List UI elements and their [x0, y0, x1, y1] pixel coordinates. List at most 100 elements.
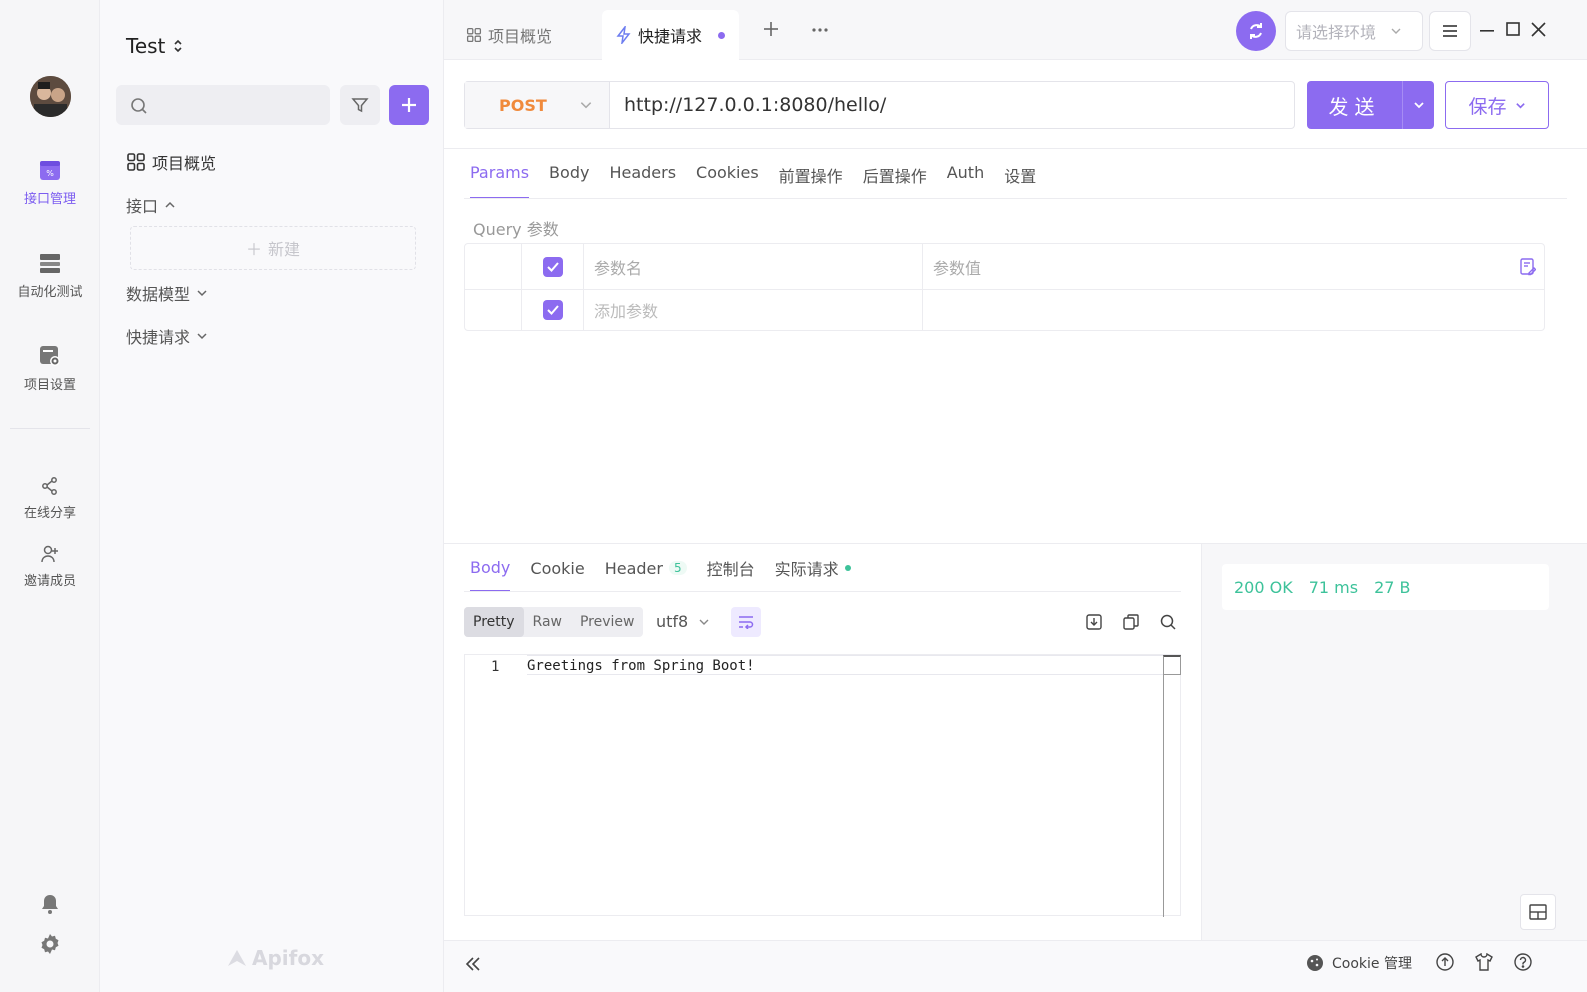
tab-auth[interactable]: Auth: [947, 163, 985, 199]
tree-item-label: 项目概览: [152, 154, 217, 173]
tab-response-cookie[interactable]: Cookie: [530, 556, 584, 592]
tab-label: 项目概览: [488, 27, 553, 46]
header-count-badge: 5: [668, 561, 687, 575]
chevron-down-icon: [580, 102, 592, 109]
rail-item-api-management[interactable]: % 接口管理: [0, 158, 100, 207]
vertical-scrollbar[interactable]: [1163, 655, 1164, 917]
tab-actual-request[interactable]: 实际请求: [775, 556, 851, 592]
notification-bell-icon[interactable]: [38, 892, 62, 916]
send-dropdown[interactable]: [1403, 81, 1434, 129]
more-dots-icon[interactable]: [811, 27, 829, 33]
copy-icon[interactable]: [1123, 614, 1139, 630]
new-api-button[interactable]: ＋ 新建: [130, 226, 416, 270]
menu-button[interactable]: [1429, 11, 1471, 51]
maximize-icon[interactable]: [1506, 22, 1520, 36]
download-icon[interactable]: [1086, 614, 1102, 630]
param-value-input[interactable]: [923, 290, 1544, 330]
tab-label: Header: [604, 558, 663, 578]
response-panel: Body Cookie Header 5 控制台 实际请求 Pretty Raw …: [444, 544, 1201, 940]
table-header-row: 参数名 参数值: [465, 244, 1544, 290]
response-body-editor[interactable]: 1 Greetings from Spring Boot!: [464, 654, 1181, 917]
response-tabs: Body Cookie Header 5 控制台 实际请求: [470, 556, 871, 592]
hamburger-icon: [1443, 25, 1457, 37]
query-params-table: 参数名 参数值 添加参数: [464, 243, 1545, 331]
brand-logo: Apifox: [226, 946, 324, 970]
tab-headers[interactable]: Headers: [609, 163, 676, 199]
chevron-down-icon: [197, 333, 207, 340]
rail-item-share[interactable]: 在线分享: [0, 476, 100, 521]
minimize-icon[interactable]: [1480, 30, 1494, 32]
word-wrap-icon: [739, 616, 754, 629]
row-checkbox[interactable]: [542, 300, 563, 320]
collapse-sidebar-icon[interactable]: [464, 955, 482, 973]
tab-cookies[interactable]: Cookies: [696, 163, 759, 199]
tab-body[interactable]: Body: [549, 163, 589, 199]
tab-console[interactable]: 控制台: [707, 556, 755, 592]
upload-icon[interactable]: [1436, 953, 1454, 971]
tab-settings[interactable]: 设置: [1004, 163, 1036, 199]
add-button[interactable]: [389, 85, 429, 125]
lightning-icon: [616, 26, 631, 44]
rail-item-automation[interactable]: 自动化测试: [0, 251, 100, 300]
rail-item-invite[interactable]: 邀请成员: [0, 544, 100, 589]
tab-pre-actions[interactable]: 前置操作: [779, 163, 843, 199]
search-input[interactable]: [116, 85, 330, 125]
bulk-edit-icon[interactable]: [1520, 257, 1536, 276]
method-select[interactable]: POST: [465, 82, 610, 128]
tab-overview[interactable]: 项目概览: [466, 10, 552, 60]
tree-item-label: 数据模型: [126, 285, 191, 304]
select-all-checkbox[interactable]: [542, 256, 563, 277]
layout-toggle-button[interactable]: [1520, 894, 1556, 930]
tab-params[interactable]: Params: [470, 163, 530, 199]
tree-item-api[interactable]: 接口: [126, 193, 176, 217]
rail-item-project-settings[interactable]: 项目设置: [0, 344, 100, 393]
tab-response-header[interactable]: Header 5: [605, 556, 687, 592]
grid-icon: [127, 153, 145, 171]
cookie-manager-button[interactable]: Cookie 管理: [1306, 953, 1412, 973]
divider: [444, 148, 1587, 149]
tab-post-actions[interactable]: 后置操作: [863, 163, 927, 199]
view-raw[interactable]: Raw: [524, 607, 571, 637]
param-name-input[interactable]: 添加参数: [584, 290, 923, 330]
method-label: POST: [499, 95, 547, 115]
project-settings-icon: [40, 346, 60, 366]
tab-response-body[interactable]: Body: [470, 556, 511, 592]
new-tab-plus-icon[interactable]: [762, 20, 780, 38]
send-button[interactable]: 发送: [1307, 81, 1434, 129]
tree-item-label: 快捷请求: [126, 328, 191, 347]
encoding-select[interactable]: utf8: [656, 612, 710, 631]
filter-button[interactable]: [340, 85, 380, 125]
save-button[interactable]: 保存: [1445, 81, 1549, 129]
rail-item-label: 项目设置: [23, 378, 76, 393]
tree-item-models[interactable]: 数据模型: [126, 281, 208, 305]
tab-quick-request[interactable]: 快捷请求: [602, 10, 740, 60]
tree-item-quick[interactable]: 快捷请求: [126, 324, 208, 348]
request-bar: POST http://127.0.0.1:8080/hello/: [464, 81, 1295, 129]
view-pretty[interactable]: Pretty: [464, 607, 524, 637]
tree-item-overview[interactable]: 项目概览: [126, 150, 216, 174]
param-tabs: Params Body Headers Cookies 前置操作 后置操作 Au…: [470, 163, 1056, 199]
project-switcher[interactable]: Test: [126, 34, 183, 58]
line-number: 1: [491, 659, 500, 675]
settings-gear-icon[interactable]: [38, 932, 62, 956]
apifox-logo-icon: [228, 950, 246, 966]
search-icon[interactable]: [1160, 614, 1176, 630]
word-wrap-button[interactable]: [731, 607, 761, 637]
help-icon[interactable]: [1514, 953, 1532, 971]
avatar[interactable]: [30, 76, 71, 117]
project-name: Test: [126, 34, 166, 58]
encoding-value: utf8: [656, 612, 689, 631]
environment-placeholder: 请选择环境: [1296, 23, 1377, 42]
cookie-icon: [1307, 955, 1323, 971]
tab-label: 实际请求: [774, 560, 839, 579]
sync-button[interactable]: [1236, 11, 1276, 51]
shirt-icon[interactable]: [1475, 953, 1493, 971]
column-header-name: 参数名: [584, 244, 923, 289]
environment-select[interactable]: 请选择环境: [1285, 11, 1423, 51]
url-input[interactable]: http://127.0.0.1:8080/hello/: [610, 82, 1294, 128]
view-preview[interactable]: Preview: [571, 607, 644, 637]
left-rail: % 接口管理 自动化测试 项目设置 在线分享 邀请成员: [0, 0, 100, 992]
query-params-label: Query 参数: [473, 220, 559, 239]
response-meta-panel: 200 OK 71 ms 27 B: [1201, 544, 1587, 940]
close-icon[interactable]: [1531, 22, 1546, 37]
